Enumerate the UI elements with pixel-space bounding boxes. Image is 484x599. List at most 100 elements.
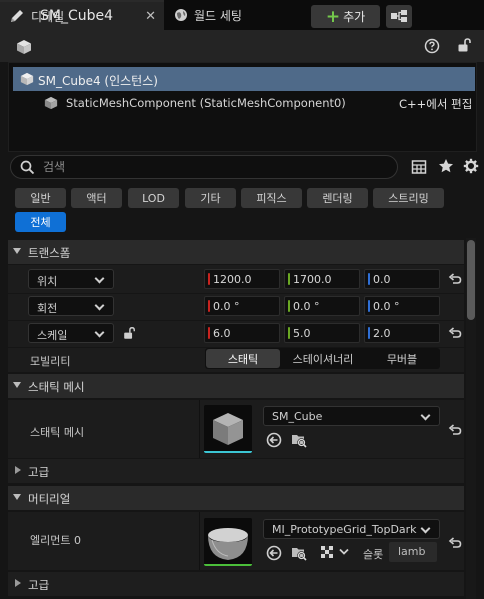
browse-asset-icon[interactable] (291, 432, 307, 448)
filter-streaming-button[interactable]: 스트리밍 (373, 188, 444, 208)
filter-rendering-button[interactable]: 렌더링 (307, 188, 368, 208)
unlock-icon[interactable] (122, 326, 136, 340)
tree-item-root[interactable]: SM_Cube4 (인스턴스) (13, 67, 475, 91)
search-icon (20, 160, 35, 175)
search-field[interactable] (10, 155, 398, 179)
location-x-field[interactable] (204, 269, 280, 289)
rotation-x-input[interactable] (213, 299, 277, 313)
rotation-label: 회전 (37, 302, 58, 315)
gear-icon[interactable] (463, 158, 479, 174)
scale-x-field[interactable] (204, 323, 280, 343)
chevron-down-icon (420, 410, 431, 421)
tab-world-settings[interactable]: 월드 세팅 (166, 0, 296, 30)
slot-label: 슬롯 (363, 548, 384, 561)
blueprint-button[interactable] (386, 5, 412, 28)
unlock-icon[interactable] (456, 37, 472, 53)
chevron-down-icon[interactable] (338, 547, 350, 557)
filter-lod-button[interactable]: LOD (128, 188, 179, 208)
category-static-mesh[interactable]: 스태틱 메시 (8, 374, 464, 398)
filter-actor-button[interactable]: 액터 (71, 188, 122, 208)
rotation-z-field[interactable] (364, 296, 440, 316)
x-axis-marker (208, 327, 210, 339)
chevron-down-icon (13, 248, 21, 254)
hierarchy-icon (391, 10, 407, 22)
scale-z-input[interactable] (373, 326, 437, 340)
rotation-z-input[interactable] (373, 299, 437, 313)
y-axis-marker (288, 300, 290, 312)
material-asset-dropdown[interactable]: MI_PrototypeGrid_TopDark (263, 519, 440, 539)
category-materials[interactable]: 머티리얼 (8, 486, 464, 510)
filter-misc-button[interactable]: 기타 (185, 188, 236, 208)
location-z-input[interactable] (373, 272, 437, 286)
column-divider (199, 400, 200, 458)
filter-all-button[interactable]: 전체 (15, 212, 66, 232)
reset-arrow-icon[interactable] (448, 273, 462, 287)
scale-mode-dropdown[interactable]: 스케일 (28, 323, 114, 343)
rotation-mode-dropdown[interactable]: 회전 (28, 296, 114, 316)
checkerboard-icon[interactable] (320, 545, 334, 559)
column-divider (199, 512, 200, 570)
plus-icon: + (325, 6, 341, 27)
category-transform-label: 트랜스폼 (28, 246, 71, 260)
location-z-field[interactable] (364, 269, 440, 289)
rotation-x-field[interactable] (204, 296, 280, 316)
scale-z-field[interactable] (364, 323, 440, 343)
add-button-label: 추가 (343, 10, 366, 24)
cube-icon (16, 39, 32, 55)
scrollbar-thumb[interactable] (467, 240, 475, 320)
table-view-icon[interactable] (411, 159, 427, 175)
location-label: 위치 (37, 275, 58, 288)
use-selected-icon[interactable] (266, 545, 282, 561)
use-selected-icon[interactable] (266, 432, 282, 448)
rotation-y-input[interactable] (293, 299, 357, 313)
location-y-input[interactable] (293, 272, 357, 286)
add-component-button[interactable]: + 추가 (311, 5, 380, 28)
mobility-segmented-control: 스태틱 스테이셔너리 무버블 (205, 348, 440, 369)
mobility-movable-option[interactable]: 무버블 (365, 349, 439, 368)
category-advanced[interactable]: 고급 (8, 572, 464, 596)
rotation-y-field[interactable] (284, 296, 360, 316)
scale-y-input[interactable] (293, 326, 357, 340)
chevron-down-icon (13, 494, 21, 500)
location-y-field[interactable] (284, 269, 360, 289)
chevron-down-icon (94, 327, 105, 338)
slot-name-field[interactable]: lamb (389, 542, 437, 562)
star-icon[interactable] (438, 158, 454, 174)
browse-asset-icon[interactable] (291, 545, 307, 561)
advanced-label: 고급 (28, 578, 50, 592)
slot-value: lamb (398, 545, 426, 558)
filter-general-button[interactable]: 일반 (15, 188, 66, 208)
material-thumbnail[interactable] (204, 518, 252, 566)
scale-x-input[interactable] (213, 326, 277, 340)
static-mesh-asset-dropdown[interactable]: SM_Cube (263, 406, 440, 426)
filter-physics-button[interactable]: 피직스 (241, 188, 302, 208)
x-axis-marker (208, 300, 210, 312)
z-axis-marker (368, 273, 370, 285)
category-advanced[interactable]: 고급 (8, 459, 464, 483)
scale-label: 스케일 (37, 329, 68, 342)
reset-arrow-icon[interactable] (448, 424, 462, 438)
category-transform[interactable]: 트랜스폼 (8, 240, 464, 264)
advanced-label: 고급 (28, 465, 50, 479)
y-axis-marker (288, 327, 290, 339)
location-x-input[interactable] (213, 272, 277, 286)
mobility-stationary-option[interactable]: 스테이셔너리 (283, 349, 363, 368)
scale-y-field[interactable] (284, 323, 360, 343)
chevron-right-icon (15, 579, 21, 587)
chevron-down-icon (420, 523, 431, 534)
reset-arrow-icon[interactable] (448, 537, 462, 551)
details-header (0, 30, 484, 62)
z-axis-marker (368, 327, 370, 339)
edit-in-cpp-link[interactable]: C++에서 편집 (399, 96, 472, 112)
static-mesh-thumbnail[interactable] (204, 405, 252, 453)
chevron-down-icon (13, 382, 21, 388)
help-icon[interactable] (424, 38, 440, 54)
x-axis-marker (208, 273, 210, 285)
actor-name: SM_Cube4 (40, 8, 114, 24)
location-mode-dropdown[interactable]: 위치 (28, 269, 114, 289)
mobility-static-option[interactable]: 스태틱 (206, 349, 280, 368)
reset-arrow-icon[interactable] (448, 327, 462, 341)
close-icon[interactable]: ✕ (145, 9, 156, 24)
globe-icon (174, 8, 188, 22)
search-input[interactable] (43, 159, 383, 175)
